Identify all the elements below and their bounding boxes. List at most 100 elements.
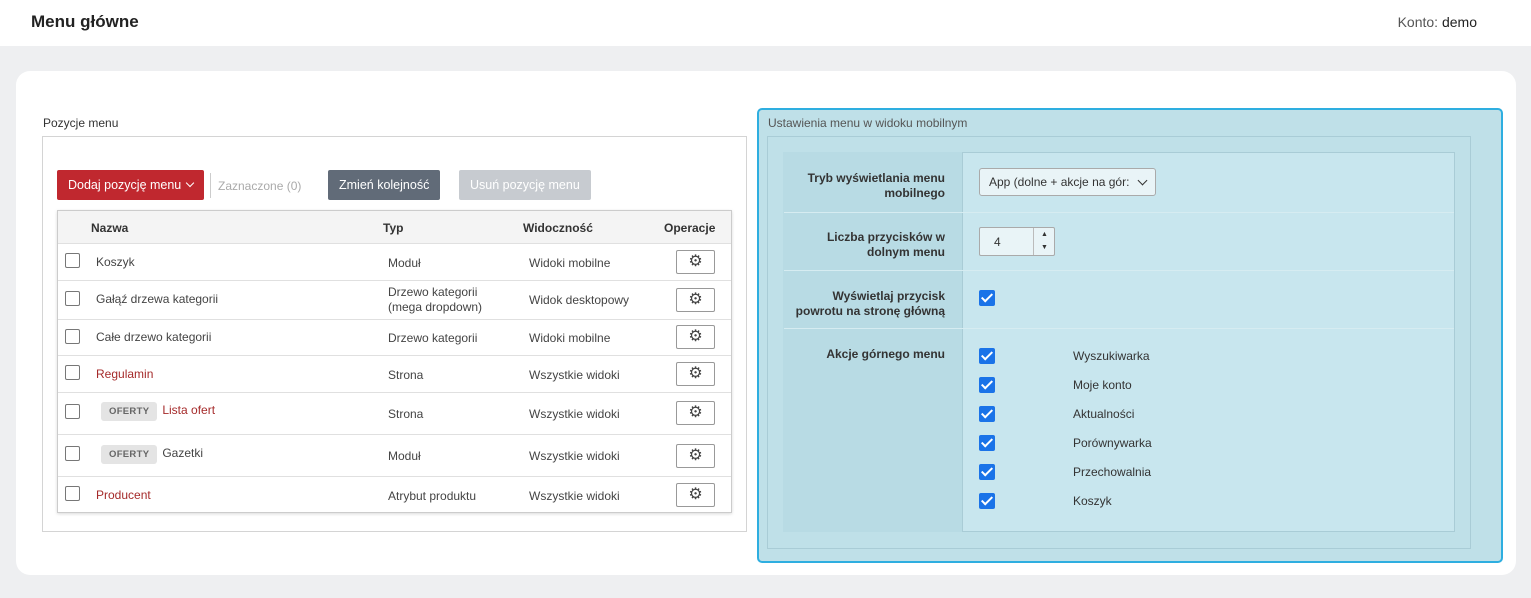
action-label-search: Wyszukiwarka bbox=[1073, 349, 1150, 363]
action-checkbox-news[interactable] bbox=[979, 406, 995, 422]
action-checkbox-search[interactable] bbox=[979, 348, 995, 364]
action-label-cart: Koszyk bbox=[1073, 494, 1112, 508]
back-button-label: Wyświetlaj przycisk powrotu na stronę gł… bbox=[795, 289, 945, 318]
row-visibility: Widoki mobilne bbox=[529, 256, 611, 270]
toolbar-divider bbox=[210, 173, 211, 198]
row-type: Atrybut produktu bbox=[388, 489, 477, 503]
menu-items-table: Nazwa Typ Widoczność Operacje Koszyk Mod… bbox=[57, 210, 732, 513]
gear-icon: ⚙ bbox=[688, 486, 703, 503]
form-divider bbox=[784, 270, 1454, 271]
table-row: Całe drzewo kategorii Drzewo kategorii W… bbox=[58, 319, 731, 355]
action-checkbox-compare[interactable] bbox=[979, 435, 995, 451]
display-mode-select[interactable]: App (dolne + akcje na gór: bbox=[979, 168, 1156, 196]
row-name: Gałąź drzewa kategorii bbox=[96, 292, 219, 306]
row-type: Drzewo kategorii (mega dropdown) bbox=[388, 285, 483, 314]
column-visibility: Widoczność bbox=[523, 221, 593, 235]
add-menu-item-label: Dodaj pozycję menu bbox=[68, 178, 182, 192]
row-checkbox[interactable] bbox=[65, 446, 80, 461]
top-actions-label: Akcje górnego menu bbox=[826, 347, 945, 361]
row-checkbox[interactable] bbox=[65, 291, 80, 306]
mobile-settings-legend: Ustawienia menu w widoku mobilnym bbox=[768, 116, 968, 130]
row-type: Strona bbox=[388, 368, 424, 382]
page-title: Menu główne bbox=[31, 12, 139, 31]
settings-gear-button[interactable]: ⚙ bbox=[676, 483, 715, 507]
row-name-cell: OFERTY Gazetki bbox=[101, 445, 203, 464]
chevron-down-icon bbox=[186, 178, 195, 188]
buttons-count-label: Liczba przycisków w dolnym menu bbox=[826, 230, 945, 259]
spin-up-icon[interactable]: ▲ bbox=[1034, 228, 1055, 241]
row-type: Drzewo kategorii bbox=[388, 331, 478, 345]
row-name-link[interactable]: Producent bbox=[96, 488, 151, 502]
gear-icon: ⚙ bbox=[688, 404, 703, 421]
row-visibility: Wszystkie widoki bbox=[529, 368, 620, 382]
row-name: Całe drzewo kategorii bbox=[96, 330, 212, 344]
row-visibility: Wszystkie widoki bbox=[529, 449, 620, 463]
settings-gear-button[interactable]: ⚙ bbox=[676, 288, 715, 312]
row-type: Strona bbox=[388, 407, 424, 421]
row-visibility: Wszystkie widoki bbox=[529, 489, 620, 503]
row-name: Gazetki bbox=[162, 446, 204, 460]
row-checkbox[interactable] bbox=[65, 253, 80, 268]
table-header: Nazwa Typ Widoczność Operacje bbox=[58, 211, 731, 243]
settings-gear-button[interactable]: ⚙ bbox=[676, 250, 715, 274]
account-name[interactable]: demo bbox=[1442, 14, 1477, 30]
settings-gear-button[interactable]: ⚙ bbox=[676, 325, 715, 349]
add-menu-item-button[interactable]: Dodaj pozycję menu bbox=[57, 170, 205, 200]
row-checkbox[interactable] bbox=[65, 365, 80, 380]
table-row: Koszyk Moduł Widoki mobilne ⚙ bbox=[58, 243, 731, 280]
action-label-news: Aktualności bbox=[1073, 407, 1135, 421]
column-type: Typ bbox=[383, 221, 404, 235]
display-mode-value: App (dolne + akcje na gór: bbox=[989, 175, 1129, 189]
row-checkbox[interactable] bbox=[65, 404, 80, 419]
spin-down-icon[interactable]: ▼ bbox=[1034, 241, 1055, 254]
row-name-link[interactable]: Regulamin bbox=[96, 367, 153, 381]
column-name: Nazwa bbox=[91, 221, 129, 235]
settings-gear-button[interactable]: ⚙ bbox=[676, 362, 715, 386]
table-row: OFERTY Lista ofert Strona Wszystkie widok… bbox=[58, 392, 731, 434]
gear-icon: ⚙ bbox=[688, 365, 703, 382]
row-visibility: Widoki mobilne bbox=[529, 331, 611, 345]
display-mode-label: Tryb wyświetlania menu mobilnego bbox=[807, 171, 945, 200]
row-visibility: Wszystkie widoki bbox=[529, 407, 620, 421]
back-button-checkbox[interactable] bbox=[979, 290, 995, 306]
delete-menu-item-button[interactable]: Usuń pozycję menu bbox=[459, 170, 591, 200]
action-label-compare: Porównywarka bbox=[1073, 436, 1152, 450]
row-name-link[interactable]: Lista ofert bbox=[162, 403, 215, 417]
settings-gear-button[interactable]: ⚙ bbox=[676, 401, 715, 425]
settings-gear-button[interactable]: ⚙ bbox=[676, 444, 715, 468]
form-label-column bbox=[783, 152, 963, 532]
table-row: Regulamin Strona Wszystkie widoki ⚙ bbox=[58, 355, 731, 392]
account-label: Konto: bbox=[1397, 14, 1439, 30]
number-spinner[interactable]: ▲ ▼ bbox=[1033, 228, 1055, 255]
selected-count: Zaznaczone (0) bbox=[218, 179, 302, 193]
column-operations: Operacje bbox=[664, 221, 716, 235]
table-row: OFERTY Gazetki Moduł Wszystkie widoki ⚙ bbox=[58, 434, 731, 476]
row-name: Koszyk bbox=[96, 255, 135, 269]
top-bar: Menu główne Konto: demo bbox=[0, 0, 1531, 46]
row-name-cell: OFERTY Lista ofert bbox=[101, 402, 215, 421]
table-row: Producent Atrybut produktu Wszystkie wid… bbox=[58, 476, 731, 512]
offers-tag: OFERTY bbox=[101, 402, 158, 421]
buttons-count-input[interactable]: 4 ▲ ▼ bbox=[979, 227, 1055, 256]
row-type: Moduł bbox=[388, 256, 421, 270]
row-checkbox[interactable] bbox=[65, 329, 80, 344]
gear-icon: ⚙ bbox=[688, 328, 703, 345]
change-order-button[interactable]: Zmień kolejność bbox=[328, 170, 441, 200]
gear-icon: ⚙ bbox=[688, 253, 703, 270]
action-checkbox-account[interactable] bbox=[979, 377, 995, 393]
form-divider bbox=[784, 212, 1454, 213]
offers-tag: OFERTY bbox=[101, 445, 158, 464]
chevron-down-icon bbox=[1137, 175, 1148, 186]
row-checkbox[interactable] bbox=[65, 486, 80, 501]
gear-icon: ⚙ bbox=[688, 291, 703, 308]
row-visibility: Widok desktopowy bbox=[529, 293, 630, 307]
action-label-account: Moje konto bbox=[1073, 378, 1132, 392]
gear-icon: ⚙ bbox=[688, 447, 703, 464]
account-info[interactable]: Konto: demo bbox=[1398, 14, 1477, 30]
table-row: Gałąź drzewa kategorii Drzewo kategorii … bbox=[58, 280, 731, 319]
buttons-count-value: 4 bbox=[994, 235, 1001, 249]
form-divider bbox=[784, 328, 1454, 329]
action-checkbox-storage[interactable] bbox=[979, 464, 995, 480]
action-checkbox-cart[interactable] bbox=[979, 493, 995, 509]
row-type: Moduł bbox=[388, 449, 421, 463]
